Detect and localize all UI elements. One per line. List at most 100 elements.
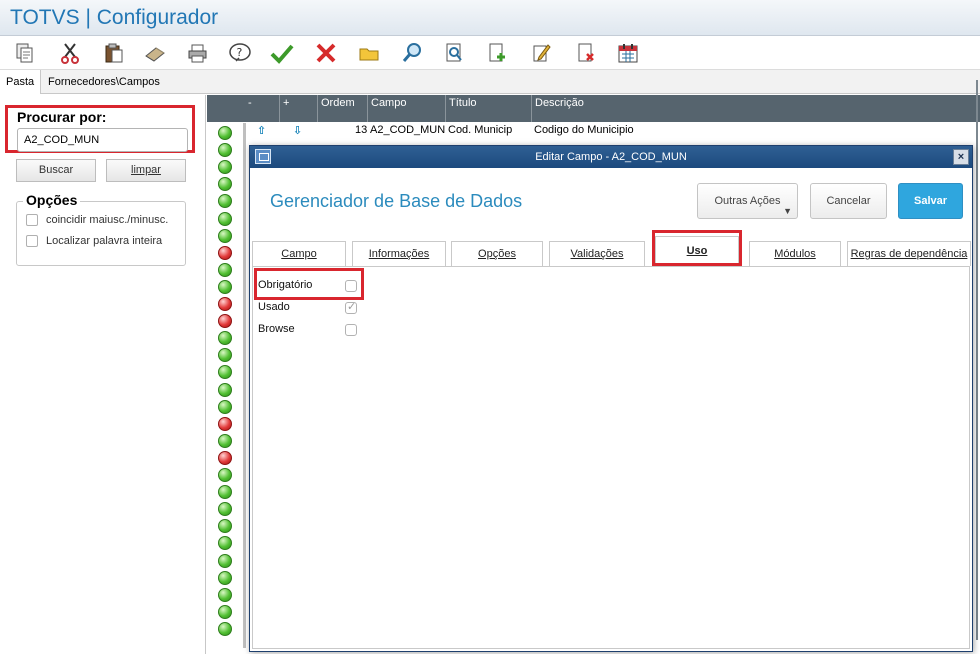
preview-icon[interactable] — [440, 39, 468, 67]
edit-field-dialog: Editar Campo - A2_COD_MUN × Gerenciador … — [249, 145, 973, 652]
status-green-icon — [218, 211, 232, 226]
dialog-titlebar: Editar Campo - A2_COD_MUN × — [250, 146, 972, 168]
dialog-tabs: Campo Informações Opções Validações Uso … — [250, 236, 972, 266]
folder-icon[interactable] — [355, 39, 383, 67]
col-minus[interactable]: - — [245, 95, 280, 122]
status-green-icon — [218, 382, 232, 397]
cancel-icon[interactable] — [312, 39, 340, 67]
status-red-icon — [218, 297, 232, 311]
status-green-icon — [218, 553, 232, 568]
status-green-icon — [218, 468, 232, 482]
field-label-usado: Usado — [258, 301, 290, 313]
status-green-icon — [218, 604, 232, 619]
option-label: Localizar palavra inteira — [46, 235, 163, 247]
status-green-icon — [218, 485, 232, 500]
status-red-icon — [218, 450, 232, 465]
dialog-header: Gerenciador de Base de Dados Outras Açõe… — [250, 168, 972, 236]
obrigatorio-checkbox[interactable] — [345, 280, 357, 292]
tab-regras[interactable]: Regras de dependência — [847, 241, 971, 266]
close-icon[interactable]: × — [953, 149, 969, 165]
status-green-icon — [218, 536, 232, 551]
grid-header: - + Ordem Campo Título Descrição — [207, 95, 980, 122]
confirm-icon[interactable] — [268, 39, 296, 67]
cut-icon[interactable] — [56, 39, 84, 67]
status-red-icon — [218, 416, 232, 431]
options-group: Opções coincidir maiusc./minusc. Localiz… — [16, 192, 186, 266]
limpar-label: limpar — [131, 164, 161, 176]
save-button[interactable]: Salvar — [898, 183, 963, 219]
status-green-icon — [218, 348, 232, 363]
grid-divider — [243, 123, 246, 648]
tab-label: Módulos — [774, 248, 816, 260]
option-checkbox[interactable] — [26, 235, 38, 247]
option-case-sensitive[interactable]: coincidir maiusc./minusc. — [26, 214, 168, 226]
search-label: Procurar por: — [17, 109, 107, 125]
search-panel: Procurar por: A2_COD_MUN Buscar limpar O… — [0, 95, 206, 654]
chevron-down-icon: ▼ — [783, 206, 792, 216]
search-icon[interactable] — [398, 39, 426, 67]
tab-label: Opções — [478, 248, 516, 260]
browse-checkbox[interactable] — [345, 324, 357, 336]
option-label: coincidir maiusc./minusc. — [46, 214, 169, 226]
usado-checkbox[interactable] — [345, 300, 357, 314]
cell-ordem: 13 — [355, 124, 368, 136]
svg-text:?: ? — [237, 46, 243, 59]
tab-informacoes[interactable]: Informações — [352, 241, 446, 266]
status-green-icon — [218, 621, 232, 636]
main-toolbar: ? — [0, 36, 980, 70]
move-up-icon[interactable]: ⇧ — [257, 124, 266, 137]
col-plus[interactable]: + — [280, 95, 318, 122]
tab-validacoes[interactable]: Validações — [549, 241, 645, 266]
app-title: TOTVS | Configurador — [10, 6, 219, 29]
table-row[interactable]: ⇧ ⇩ 13 A2_COD_MUN Cod. Municip Codigo do… — [207, 123, 980, 139]
add-document-icon[interactable] — [483, 39, 511, 67]
status-red-icon — [218, 314, 232, 329]
status-green-icon — [218, 570, 232, 585]
col-ordem[interactable]: Ordem — [318, 95, 368, 122]
status-green-icon — [218, 126, 232, 140]
field-label-browse: Browse — [258, 323, 295, 335]
tab-label: Validações — [570, 248, 624, 260]
cell-titulo: Cod. Municip — [448, 124, 513, 136]
move-down-icon[interactable]: ⇩ — [293, 124, 302, 137]
search-input[interactable]: A2_COD_MUN — [17, 128, 188, 152]
status-green-icon — [218, 587, 232, 602]
status-green-icon — [218, 262, 232, 277]
paste-icon[interactable] — [100, 39, 128, 67]
help-icon[interactable]: ? — [226, 39, 254, 67]
buscar-button[interactable]: Buscar — [16, 159, 96, 182]
col-campo[interactable]: Campo — [368, 95, 446, 122]
folder-tabstrip: Pasta Fornecedores\Campos — [0, 70, 980, 94]
outras-acoes-button[interactable]: Outras Ações ▼ — [697, 183, 798, 219]
edit-document-icon[interactable] — [527, 39, 555, 67]
status-green-icon — [218, 399, 232, 414]
status-green-icon — [218, 519, 232, 534]
calendar-icon[interactable] — [614, 39, 642, 67]
status-green-icon — [218, 143, 232, 158]
col-titulo[interactable]: Título — [446, 95, 532, 122]
dialog-heading: Gerenciador de Base de Dados — [270, 191, 523, 211]
tab-campo[interactable]: Campo — [252, 241, 346, 266]
breadcrumb: Fornecedores\Campos — [48, 76, 160, 88]
tab-opcoes[interactable]: Opções — [451, 241, 543, 266]
tab-pasta[interactable]: Pasta — [0, 70, 42, 94]
search-highlight: Procurar por: A2_COD_MUN — [5, 105, 195, 153]
tab-label: Informações — [368, 248, 430, 260]
tab-modulos[interactable]: Módulos — [749, 241, 841, 266]
option-whole-word[interactable]: Localizar palavra inteira — [26, 235, 162, 247]
delete-document-icon[interactable] — [572, 39, 600, 67]
limpar-button[interactable]: limpar — [106, 159, 186, 182]
print-icon[interactable] — [184, 39, 212, 67]
eraser-icon[interactable] — [141, 39, 169, 67]
cancel-button[interactable]: Cancelar — [810, 183, 887, 219]
dialog-title: Editar Campo - A2_COD_MUN — [535, 151, 687, 163]
copy-icon[interactable] — [10, 39, 38, 67]
field-label-obrigatorio: Obrigatório — [258, 279, 313, 291]
status-green-icon — [218, 365, 232, 380]
status-green-icon — [218, 331, 232, 346]
status-green-icon — [218, 194, 232, 209]
option-checkbox[interactable] — [26, 214, 38, 226]
window-icon — [255, 149, 271, 164]
status-green-icon — [218, 160, 232, 175]
col-descricao[interactable]: Descrição — [532, 95, 980, 122]
